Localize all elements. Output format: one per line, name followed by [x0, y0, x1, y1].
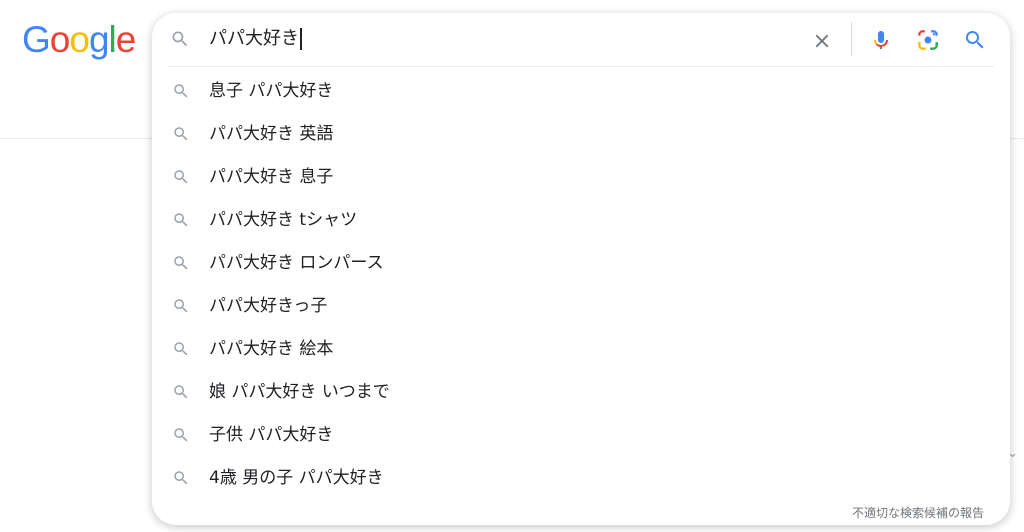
suggestion-text: パパ大好き ロンパース — [209, 253, 384, 273]
suggestion-text: 娘 パパ大好き いつまで — [209, 382, 390, 402]
suggestion-text: パパ大好き 絵本 — [209, 339, 334, 359]
search-query-text: パパ大好き — [209, 28, 299, 49]
search-icon — [174, 428, 188, 442]
suggestion-text: パパ大好き 息子 — [209, 167, 334, 187]
search-icon — [966, 31, 984, 49]
suggestion-text: 4歳 男の子 パパ大好き — [209, 468, 384, 488]
search-icon — [174, 256, 188, 270]
suggestion-text: パパ大好き 英語 — [209, 124, 334, 144]
search-submit-button[interactable] — [960, 25, 990, 55]
suggestion-text: 息子 パパ大好き — [209, 81, 334, 101]
text-caret — [300, 28, 302, 50]
divider — [851, 22, 852, 56]
suggestion-item[interactable]: 娘 パパ大好き いつまで — [152, 371, 1010, 414]
search-icon — [172, 31, 188, 47]
page: ⌄ Google パパ大好き 息子 パパ大好き パパ大好き 英語 パパ大好き 息… — [0, 0, 1024, 532]
search-icon — [174, 471, 188, 485]
search-bar[interactable]: パパ大好き — [152, 13, 1010, 66]
search-icon — [174, 127, 188, 141]
suggestion-item[interactable]: パパ大好きっ子 — [152, 285, 1010, 328]
suggestion-item[interactable]: 子供 パパ大好き — [152, 414, 1010, 457]
suggestion-item[interactable]: パパ大好き 息子 — [152, 156, 1010, 199]
report-suggestions-link[interactable]: 不適切な検索候補の報告 — [852, 504, 984, 521]
search-panel: パパ大好き 息子 パパ大好き パパ大好き 英語 パパ大好き 息子 パパ大好き t… — [152, 13, 1010, 525]
suggestion-item[interactable]: パパ大好き ロンパース — [152, 242, 1010, 285]
search-icon — [174, 385, 188, 399]
search-input[interactable]: パパ大好き — [209, 24, 302, 54]
suggestion-text: パパ大好き tシャツ — [209, 210, 358, 230]
logo-letter: o — [69, 19, 90, 60]
suggestion-item[interactable]: パパ大好き tシャツ — [152, 199, 1010, 242]
suggestion-text: パパ大好きっ子 — [209, 296, 328, 316]
logo-letter: l — [108, 19, 117, 60]
suggestion-item[interactable]: パパ大好き 英語 — [152, 113, 1010, 156]
search-icon — [174, 299, 188, 313]
google-logo[interactable]: Google — [22, 18, 137, 62]
suggestion-item[interactable]: パパ大好き 絵本 — [152, 328, 1010, 371]
logo-letter: G — [22, 19, 51, 60]
suggestion-list: 息子 パパ大好き パパ大好き 英語 パパ大好き 息子 パパ大好き tシャツ パパ… — [152, 70, 1010, 500]
search-icon — [174, 342, 188, 356]
suggestion-item[interactable]: 4歳 男の子 パパ大好き — [152, 457, 1010, 500]
voice-search-button[interactable] — [866, 25, 896, 55]
search-icon — [174, 213, 188, 227]
logo-letter: e — [115, 19, 137, 60]
clear-button[interactable] — [808, 27, 836, 55]
logo-letter: g — [88, 19, 110, 60]
logo-letter: o — [49, 19, 71, 60]
search-icon — [174, 170, 188, 184]
microphone-icon — [874, 31, 888, 49]
search-by-image-button[interactable] — [913, 25, 943, 55]
camera-lens-icon — [918, 30, 938, 50]
suggestion-item[interactable]: 息子 パパ大好き — [152, 70, 1010, 113]
suggestion-text: 子供 パパ大好き — [209, 425, 334, 445]
search-icon — [174, 84, 188, 98]
search-bar-divider — [168, 66, 994, 67]
close-icon — [815, 34, 829, 48]
